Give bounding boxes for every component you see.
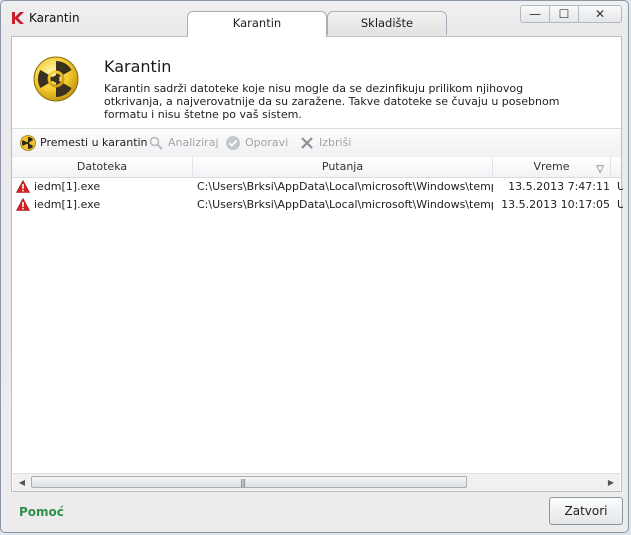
close-window-button[interactable]: ✕ [578, 5, 622, 23]
row-path: C:\Users\Brksi\AppData\Local\microsoft\W… [197, 180, 493, 193]
close-icon: ✕ [594, 7, 606, 21]
tab-karantin[interactable]: Karantin [187, 11, 327, 37]
radiation-hazard-icon [33, 56, 79, 102]
restore-icon [226, 136, 240, 150]
scroll-right-icon[interactable]: ▶ [605, 477, 617, 489]
scroll-left-icon[interactable]: ◀ [16, 477, 28, 489]
help-link[interactable]: Pomoć [19, 505, 64, 519]
toolbar: Premesti u karantin Analiziraj Oporavi I… [12, 128, 621, 158]
column-header-extra[interactable] [611, 157, 623, 177]
tab-skladiste[interactable]: Skladište [327, 11, 447, 35]
analyze-label: Analiziraj [168, 136, 219, 149]
column-header-time-label: Vreme [533, 160, 570, 173]
sort-descending-icon: ▽ [596, 164, 604, 175]
quarantine-window: Karantin Karantin Skladište — ☐ ✕ Karant… [0, 0, 629, 533]
kaspersky-logo-icon [12, 12, 24, 24]
window-title: Karantin [29, 11, 80, 25]
row-file-name: iedm[1].exe [34, 180, 101, 193]
table-header: Datoteka Putanja Vreme ▽ [12, 157, 621, 178]
column-header-time[interactable]: Vreme ▽ [493, 157, 611, 177]
row-extra: U [617, 196, 623, 214]
magnifier-icon [149, 136, 163, 150]
content-panel: Karantin Karantin sadrži datoteke koje n… [11, 36, 623, 492]
delete-label: Izbriši [319, 136, 352, 149]
table-row[interactable]: iedm[1].exe C:\Users\Brksi\AppData\Local… [12, 178, 623, 196]
restore-label: Oporavi [245, 136, 289, 149]
page-title: Karantin [104, 57, 172, 76]
maximize-icon: ☐ [558, 7, 570, 21]
warning-icon [16, 180, 30, 193]
title-bar: Karantin Karantin Skladište — ☐ ✕ [1, 1, 628, 37]
table-row[interactable]: iedm[1].exe C:\Users\Brksi\AppData\Local… [12, 196, 623, 214]
scrollbar-thumb[interactable]: ||| [31, 476, 467, 488]
column-header-file[interactable]: Datoteka [12, 157, 193, 177]
move-to-quarantine-label: Premesti u karantin [40, 136, 148, 149]
grip-icon: ||| [240, 478, 246, 487]
row-time: 13.5.2013 10:17:05 [501, 198, 610, 211]
warning-icon [16, 198, 30, 211]
minimize-icon: — [529, 7, 541, 21]
maximize-button[interactable]: ☐ [549, 5, 579, 23]
radiation-icon [20, 135, 36, 151]
horizontal-scrollbar[interactable]: ◀ ||| ▶ [13, 473, 620, 491]
row-extra: U [617, 178, 623, 196]
column-header-path[interactable]: Putanja [193, 157, 493, 177]
row-file-name: iedm[1].exe [34, 198, 101, 211]
delete-icon [301, 137, 313, 149]
row-time: 13.5.2013 7:47:11 [508, 180, 610, 193]
page-description: Karantin sadrži datoteke koje nisu mogle… [104, 82, 560, 121]
close-button[interactable]: Zatvori [549, 497, 623, 525]
row-path: C:\Users\Brksi\AppData\Local\microsoft\W… [197, 198, 493, 211]
minimize-button[interactable]: — [520, 5, 550, 23]
